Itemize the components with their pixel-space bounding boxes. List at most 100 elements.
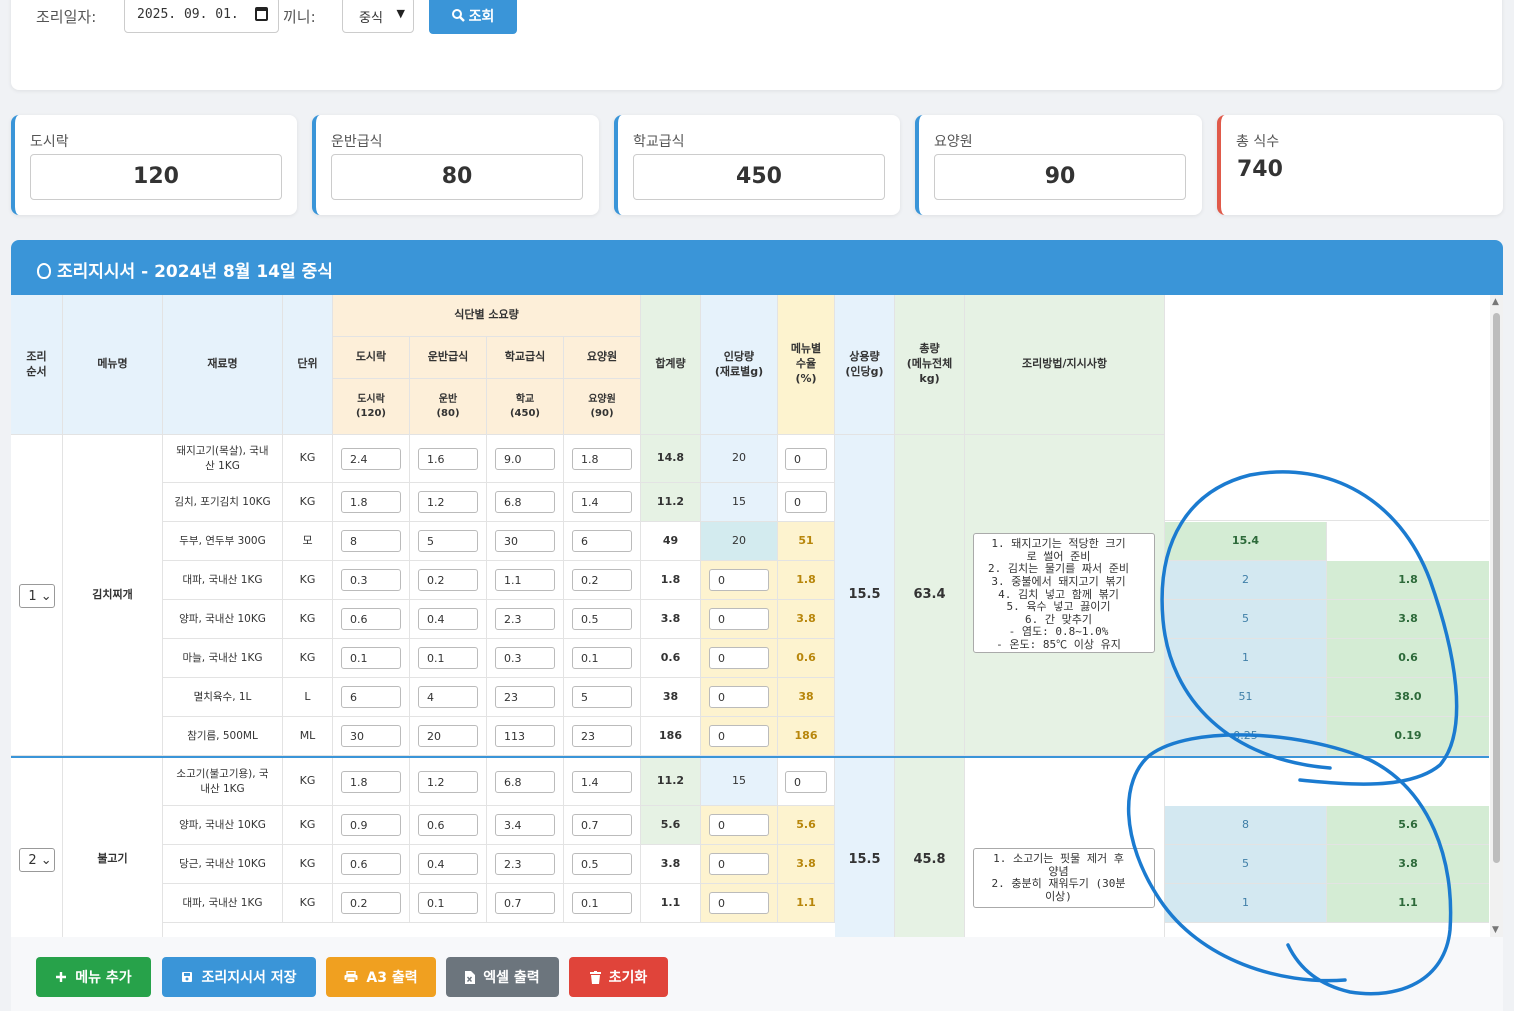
quantity-cell: 0.5 [564,600,641,639]
quantity-input[interactable]: 5 [572,686,632,708]
quantity-input[interactable]: 2.3 [495,853,555,875]
quantity-input[interactable]: 0.1 [418,647,478,669]
quantity-input[interactable]: 6 [341,686,401,708]
quantity-cell: 4 [410,678,487,717]
quantity-input[interactable]: 23 [495,686,555,708]
stat-value-input[interactable]: 120 [30,154,282,200]
quantity-input[interactable]: 0 [709,892,769,914]
search-button[interactable]: 조회 [429,0,517,34]
sum-cell: 38 [641,678,701,717]
quantity-input[interactable]: 0.6 [341,608,401,630]
export-excel-button[interactable]: 엑셀 출력 [446,957,559,997]
sum-cell: 14.8 [641,435,701,483]
add-menu-button[interactable]: 메뉴 추가 [36,957,151,997]
print-a3-button[interactable]: A3 출력 [326,957,436,997]
quantity-input[interactable]: 1.2 [418,770,478,793]
quantity-input[interactable]: 0 [785,447,827,470]
save-instruction-button[interactable]: 조리지시서 저장 [162,957,316,997]
quantity-input[interactable]: 0.4 [418,608,478,630]
quantity-input[interactable]: 0.3 [341,569,401,591]
order-select[interactable]: 2 ⌄ [19,848,55,872]
quantity-cell: 2.3 [487,600,564,639]
plus-icon [55,971,67,983]
instructions-textarea[interactable]: 1. 소고기는 핏물 제거 후 양념 2. 충분히 재워두기 (30분 이상) [973,848,1155,908]
meal-select[interactable]: 중식 ▼ [342,0,414,33]
quantity-input[interactable]: 1.2 [418,491,478,513]
quantity-input[interactable]: 0.1 [572,892,632,914]
quantity-input[interactable]: 1.6 [418,447,478,470]
quantity-input[interactable]: 6.8 [495,491,555,513]
extra-col-2: 0.6 [1327,639,1489,678]
quantity-input[interactable]: 1.8 [341,491,401,513]
table-scrollbar[interactable]: ▲ ▼ [1490,295,1503,937]
quantity-input[interactable]: 0 [709,814,769,836]
quantity-input[interactable]: 2.4 [341,447,401,470]
quantity-input[interactable]: 0 [785,770,827,793]
quantity-input[interactable]: 30 [341,725,401,747]
quantity-input[interactable]: 0.1 [341,647,401,669]
quantity-input[interactable]: 0.2 [341,892,401,914]
stat-value-input[interactable]: 90 [934,154,1186,200]
quantity-input[interactable]: 0 [709,647,769,669]
stat-value-input[interactable]: 450 [633,154,885,200]
quantity-input[interactable]: 0.9 [341,814,401,836]
scroll-down-icon[interactable]: ▼ [1492,925,1499,935]
menu-name: 김치찌개 [63,435,163,756]
quantity-input[interactable]: 0 [709,853,769,875]
quantity-input[interactable]: 3.4 [495,814,555,836]
quantity-input[interactable]: 0.7 [495,892,555,914]
quantity-input[interactable]: 0 [709,686,769,708]
order-select[interactable]: 1 ⌄ [19,583,55,608]
stat-total-value: 740 [1237,157,1283,182]
quantity-input[interactable]: 0.2 [572,569,632,591]
quantity-cell: 0.6 [333,600,410,639]
instructions-textarea[interactable]: 1. 돼지고기는 적당한 크기 로 썰어 준비 2. 김치는 물기를 짜서 준비… [973,533,1155,653]
quantity-input[interactable]: 30 [495,530,555,552]
quantity-input[interactable]: 0 [709,725,769,747]
yield-cell: 0 [778,758,835,806]
quantity-input[interactable]: 1.4 [572,491,632,513]
quantity-input[interactable]: 2.3 [495,608,555,630]
order-value: 1 [28,588,37,604]
quantity-cell: 0.9 [333,806,410,845]
cooking-instruction-panel: 조리지시서 - 2024년 8월 14일 중식 조리 순서 메뉴명 재료명 단위 식단별… [11,240,1503,1011]
date-input[interactable]: 2025. 09. 01. [124,0,279,33]
quantity-input[interactable]: 6 [572,530,632,552]
button-label: A3 출력 [366,970,418,986]
quantity-input[interactable]: 0.5 [572,608,632,630]
extra-col-1: 2 [1165,561,1327,600]
header-sub: 요양원 [564,337,641,379]
calendar-icon[interactable] [255,7,268,21]
quantity-input[interactable]: 0.5 [572,853,632,875]
quantity-input[interactable]: 0.1 [418,892,478,914]
quantity-input[interactable]: 0.1 [572,647,632,669]
quantity-input[interactable]: 8 [341,530,401,552]
quantity-input[interactable]: 5 [418,530,478,552]
quantity-input[interactable]: 0.6 [418,814,478,836]
quantity-input[interactable]: 6.8 [495,770,555,793]
quantity-input[interactable]: 0 [709,608,769,630]
stat-value-input[interactable]: 80 [331,154,583,200]
quantity-input[interactable]: 0 [785,491,827,513]
quantity-input[interactable]: 0 [709,569,769,591]
quantity-cell: 0.6 [333,845,410,884]
quantity-input[interactable]: 4 [418,686,478,708]
extra-col-1: 5 [1165,600,1327,639]
unit-cell: ML [283,717,333,756]
quantity-input[interactable]: 1.1 [495,569,555,591]
quantity-input[interactable]: 20 [418,725,478,747]
scroll-up-icon[interactable]: ▲ [1492,297,1499,307]
quantity-input[interactable]: 113 [495,725,555,747]
scrollbar-thumb[interactable] [1493,313,1500,863]
quantity-input[interactable]: 1.8 [341,770,401,793]
quantity-input[interactable]: 23 [572,725,632,747]
quantity-input[interactable]: 0.6 [341,853,401,875]
quantity-input[interactable]: 0.7 [572,814,632,836]
quantity-input[interactable]: 1.4 [572,770,632,793]
quantity-input[interactable]: 9.0 [495,447,555,470]
quantity-input[interactable]: 0.3 [495,647,555,669]
reset-button[interactable]: 초기화 [569,957,668,997]
quantity-input[interactable]: 1.8 [572,447,632,470]
quantity-input[interactable]: 0.2 [418,569,478,591]
quantity-input[interactable]: 0.4 [418,853,478,875]
